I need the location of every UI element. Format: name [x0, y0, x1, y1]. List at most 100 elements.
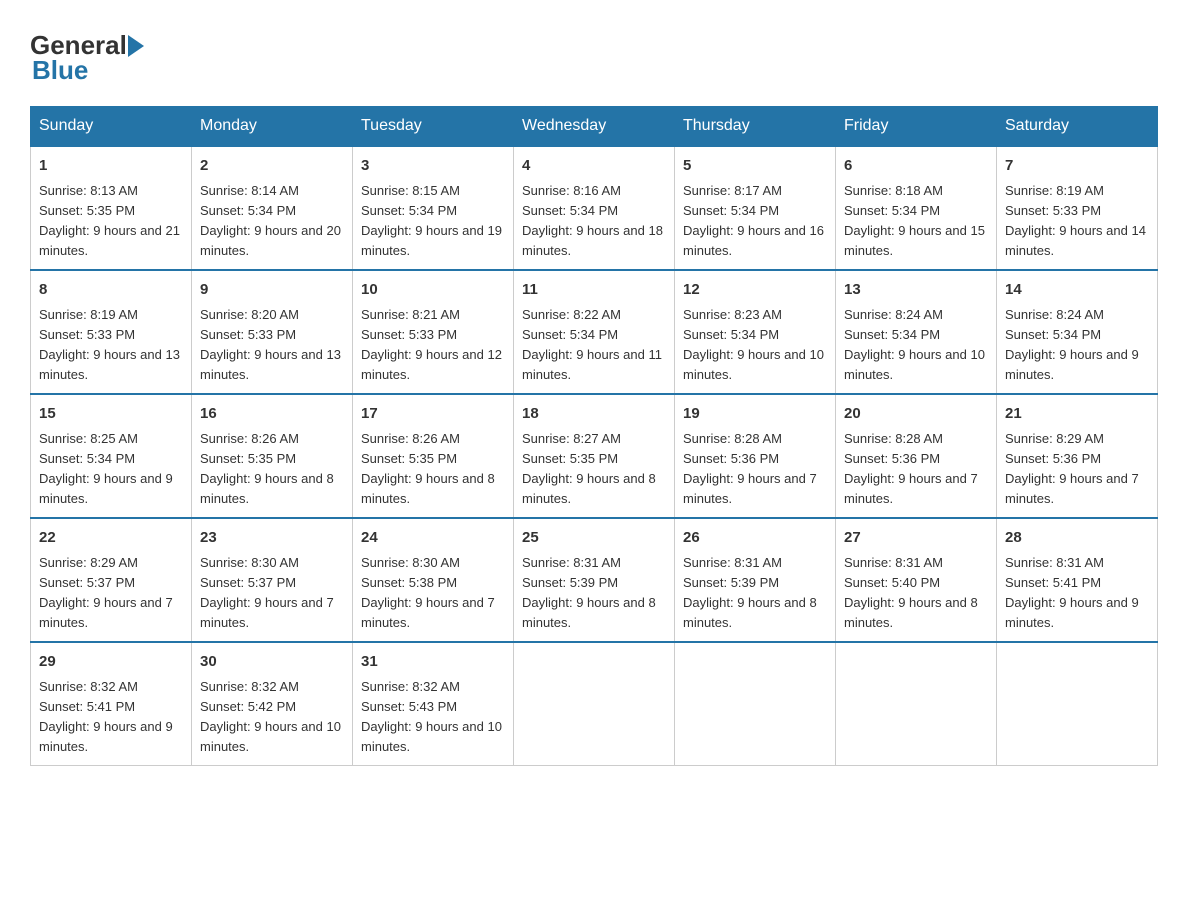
calendar-day-cell: 26 Sunrise: 8:31 AMSunset: 5:39 PMDayligh…	[675, 518, 836, 642]
day-number: 29	[39, 651, 183, 674]
calendar-day-cell: 5 Sunrise: 8:17 AMSunset: 5:34 PMDaylight…	[675, 146, 836, 270]
day-info: Sunrise: 8:29 AMSunset: 5:37 PMDaylight:…	[39, 555, 173, 630]
day-number: 10	[361, 279, 505, 302]
day-info: Sunrise: 8:17 AMSunset: 5:34 PMDaylight:…	[683, 183, 824, 258]
day-number: 26	[683, 527, 827, 550]
day-number: 17	[361, 403, 505, 426]
calendar-day-cell: 17Sunrise: 8:26 AMSunset: 5:35 PMDayligh…	[353, 394, 514, 518]
weekday-header-monday: Monday	[192, 107, 353, 147]
calendar-day-cell: 8 Sunrise: 8:19 AMSunset: 5:33 PMDaylight…	[31, 270, 192, 394]
day-info: Sunrise: 8:13 AMSunset: 5:35 PMDaylight:…	[39, 183, 180, 258]
day-number: 7	[1005, 155, 1149, 178]
calendar-day-cell: 2 Sunrise: 8:14 AMSunset: 5:34 PMDaylight…	[192, 146, 353, 270]
day-number: 3	[361, 155, 505, 178]
day-info: Sunrise: 8:23 AMSunset: 5:34 PMDaylight:…	[683, 307, 824, 382]
calendar-week-row: 22 Sunrise: 8:29 AMSunset: 5:37 PMDayligh…	[31, 518, 1158, 642]
calendar-day-cell: 11 Sunrise: 8:22 AMSunset: 5:34 PMDayligh…	[514, 270, 675, 394]
calendar-day-cell: 15 Sunrise: 8:25 AMSunset: 5:34 PMDayligh…	[31, 394, 192, 518]
day-number: 5	[683, 155, 827, 178]
day-number: 15	[39, 403, 183, 426]
calendar-day-cell: 20Sunrise: 8:28 AMSunset: 5:36 PMDayligh…	[836, 394, 997, 518]
day-info: Sunrise: 8:16 AMSunset: 5:34 PMDaylight:…	[522, 183, 663, 258]
day-number: 4	[522, 155, 666, 178]
calendar-day-cell	[675, 642, 836, 766]
day-number: 11	[522, 279, 666, 302]
calendar-week-row: 8 Sunrise: 8:19 AMSunset: 5:33 PMDaylight…	[31, 270, 1158, 394]
weekday-header-wednesday: Wednesday	[514, 107, 675, 147]
calendar-day-cell: 3 Sunrise: 8:15 AMSunset: 5:34 PMDaylight…	[353, 146, 514, 270]
day-number: 27	[844, 527, 988, 550]
day-info: Sunrise: 8:32 AMSunset: 5:43 PMDaylight:…	[361, 679, 502, 754]
day-number: 9	[200, 279, 344, 302]
day-number: 2	[200, 155, 344, 178]
day-info: Sunrise: 8:32 AMSunset: 5:42 PMDaylight:…	[200, 679, 341, 754]
calendar-day-cell: 13 Sunrise: 8:24 AMSunset: 5:34 PMDayligh…	[836, 270, 997, 394]
calendar-day-cell	[997, 642, 1158, 766]
day-number: 25	[522, 527, 666, 550]
day-info: Sunrise: 8:28 AMSunset: 5:36 PMDaylight:…	[844, 431, 978, 506]
calendar-day-cell: 19 Sunrise: 8:28 AMSunset: 5:36 PMDayligh…	[675, 394, 836, 518]
calendar-day-cell	[514, 642, 675, 766]
day-info: Sunrise: 8:31 AMSunset: 5:40 PMDaylight:…	[844, 555, 978, 630]
calendar-day-cell: 9 Sunrise: 8:20 AMSunset: 5:33 PMDaylight…	[192, 270, 353, 394]
day-info: Sunrise: 8:18 AMSunset: 5:34 PMDaylight:…	[844, 183, 985, 258]
calendar-week-row: 15 Sunrise: 8:25 AMSunset: 5:34 PMDayligh…	[31, 394, 1158, 518]
day-info: Sunrise: 8:22 AMSunset: 5:34 PMDaylight:…	[522, 307, 662, 382]
day-number: 8	[39, 279, 183, 302]
day-info: Sunrise: 8:24 AMSunset: 5:34 PMDaylight:…	[1005, 307, 1139, 382]
calendar-day-cell: 29 Sunrise: 8:32 AMSunset: 5:41 PMDayligh…	[31, 642, 192, 766]
day-number: 30	[200, 651, 344, 674]
day-number: 1	[39, 155, 183, 178]
day-number: 18	[522, 403, 666, 426]
day-info: Sunrise: 8:20 AMSunset: 5:33 PMDaylight:…	[200, 307, 341, 382]
day-number: 13	[844, 279, 988, 302]
day-number: 31	[361, 651, 505, 674]
calendar-day-cell	[836, 642, 997, 766]
weekday-header-thursday: Thursday	[675, 107, 836, 147]
day-info: Sunrise: 8:31 AMSunset: 5:41 PMDaylight:…	[1005, 555, 1139, 630]
day-info: Sunrise: 8:30 AMSunset: 5:37 PMDaylight:…	[200, 555, 334, 630]
calendar-day-cell: 1 Sunrise: 8:13 AMSunset: 5:35 PMDaylight…	[31, 146, 192, 270]
weekday-header-tuesday: Tuesday	[353, 107, 514, 147]
calendar-day-cell: 6 Sunrise: 8:18 AMSunset: 5:34 PMDaylight…	[836, 146, 997, 270]
calendar-day-cell: 10Sunrise: 8:21 AMSunset: 5:33 PMDayligh…	[353, 270, 514, 394]
day-info: Sunrise: 8:32 AMSunset: 5:41 PMDaylight:…	[39, 679, 173, 754]
calendar-day-cell: 27 Sunrise: 8:31 AMSunset: 5:40 PMDayligh…	[836, 518, 997, 642]
logo: General Blue	[30, 30, 144, 86]
weekday-header-sunday: Sunday	[31, 107, 192, 147]
day-info: Sunrise: 8:19 AMSunset: 5:33 PMDaylight:…	[39, 307, 180, 382]
day-info: Sunrise: 8:15 AMSunset: 5:34 PMDaylight:…	[361, 183, 502, 258]
calendar-day-cell: 16Sunrise: 8:26 AMSunset: 5:35 PMDayligh…	[192, 394, 353, 518]
calendar-day-cell: 14 Sunrise: 8:24 AMSunset: 5:34 PMDayligh…	[997, 270, 1158, 394]
weekday-header-friday: Friday	[836, 107, 997, 147]
day-number: 23	[200, 527, 344, 550]
day-info: Sunrise: 8:28 AMSunset: 5:36 PMDaylight:…	[683, 431, 817, 506]
calendar-day-cell: 7Sunrise: 8:19 AMSunset: 5:33 PMDaylight…	[997, 146, 1158, 270]
day-number: 24	[361, 527, 505, 550]
calendar-day-cell: 21 Sunrise: 8:29 AMSunset: 5:36 PMDayligh…	[997, 394, 1158, 518]
day-number: 19	[683, 403, 827, 426]
day-info: Sunrise: 8:29 AMSunset: 5:36 PMDaylight:…	[1005, 431, 1139, 506]
calendar-day-cell: 31 Sunrise: 8:32 AMSunset: 5:43 PMDayligh…	[353, 642, 514, 766]
day-info: Sunrise: 8:26 AMSunset: 5:35 PMDaylight:…	[200, 431, 334, 506]
calendar-day-cell: 4 Sunrise: 8:16 AMSunset: 5:34 PMDaylight…	[514, 146, 675, 270]
day-info: Sunrise: 8:25 AMSunset: 5:34 PMDaylight:…	[39, 431, 173, 506]
header: General Blue	[30, 30, 1158, 86]
day-number: 21	[1005, 403, 1149, 426]
calendar-table: SundayMondayTuesdayWednesdayThursdayFrid…	[30, 106, 1158, 766]
day-number: 22	[39, 527, 183, 550]
day-number: 14	[1005, 279, 1149, 302]
weekday-header-saturday: Saturday	[997, 107, 1158, 147]
day-info: Sunrise: 8:30 AMSunset: 5:38 PMDaylight:…	[361, 555, 495, 630]
day-number: 12	[683, 279, 827, 302]
calendar-day-cell: 22 Sunrise: 8:29 AMSunset: 5:37 PMDayligh…	[31, 518, 192, 642]
calendar-day-cell: 24 Sunrise: 8:30 AMSunset: 5:38 PMDayligh…	[353, 518, 514, 642]
calendar-day-cell: 18Sunrise: 8:27 AMSunset: 5:35 PMDayligh…	[514, 394, 675, 518]
day-info: Sunrise: 8:31 AMSunset: 5:39 PMDaylight:…	[683, 555, 817, 630]
day-info: Sunrise: 8:14 AMSunset: 5:34 PMDaylight:…	[200, 183, 341, 258]
calendar-day-cell: 25Sunrise: 8:31 AMSunset: 5:39 PMDayligh…	[514, 518, 675, 642]
weekday-header-row: SundayMondayTuesdayWednesdayThursdayFrid…	[31, 107, 1158, 147]
calendar-day-cell: 12 Sunrise: 8:23 AMSunset: 5:34 PMDayligh…	[675, 270, 836, 394]
day-info: Sunrise: 8:24 AMSunset: 5:34 PMDaylight:…	[844, 307, 985, 382]
day-number: 6	[844, 155, 988, 178]
